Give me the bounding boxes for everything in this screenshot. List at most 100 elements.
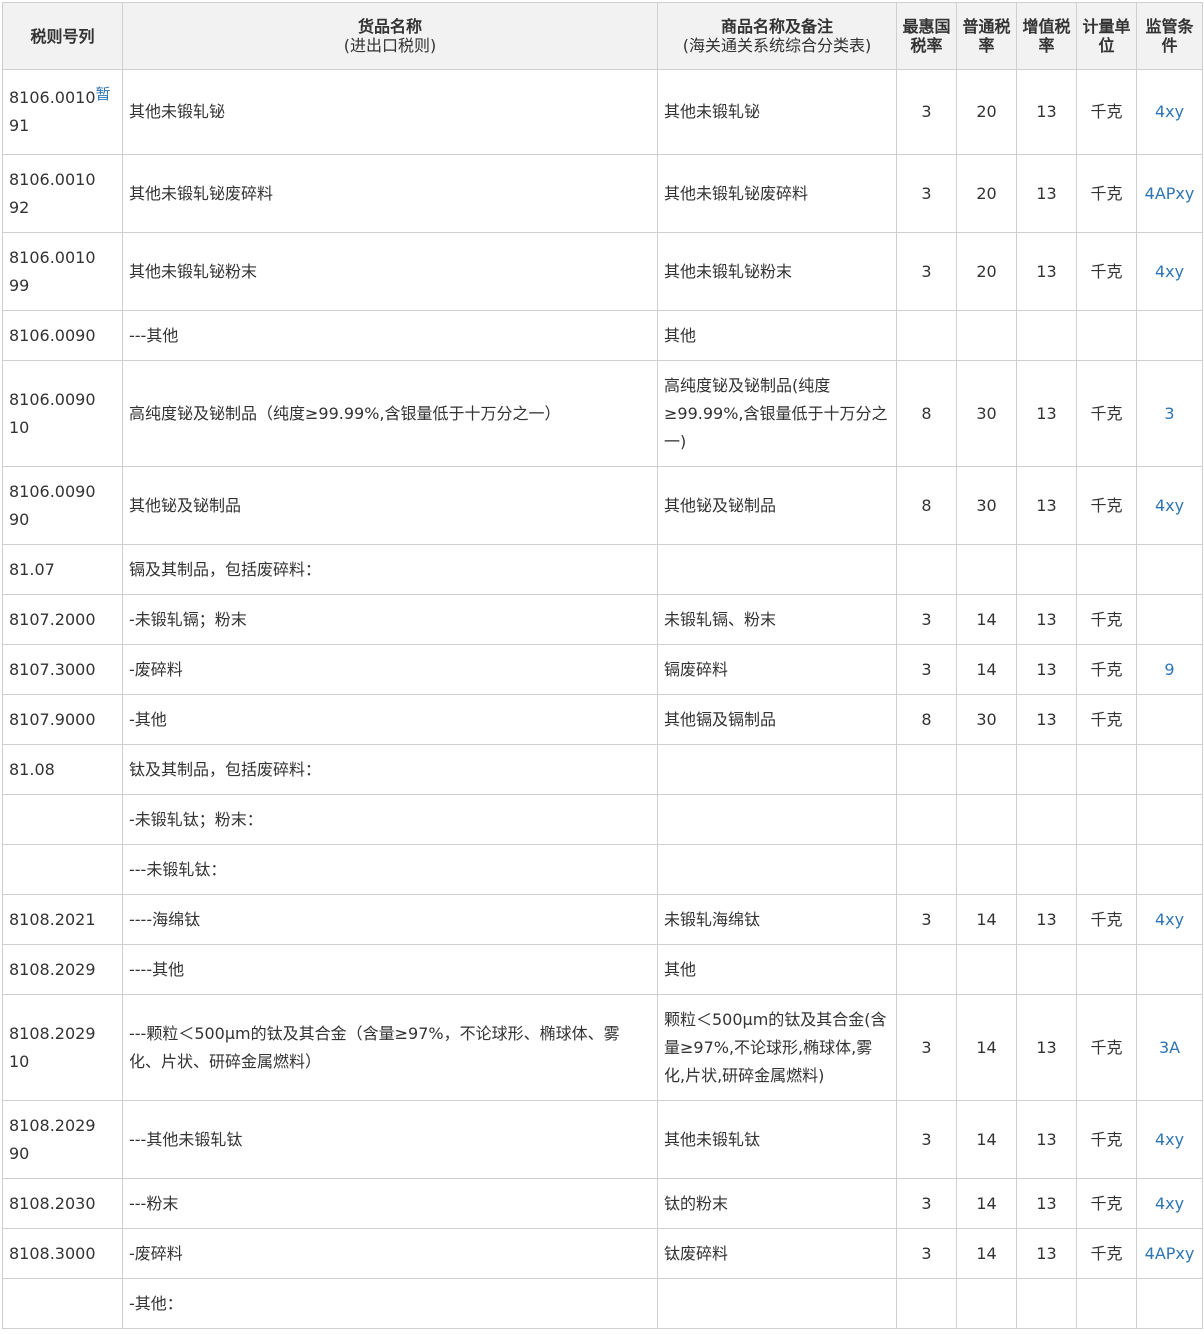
supervision-cell: 4xy (1136, 894, 1203, 945)
supervision-link[interactable]: 3A (1159, 1038, 1180, 1057)
header-unit: 计量单位 (1076, 2, 1137, 70)
code-cell: 8106.0010 99 (2, 232, 123, 311)
mfn-rate-cell: 3 (896, 1178, 957, 1229)
general-rate-cell: 14 (956, 1228, 1017, 1279)
mfn-rate-cell: 3 (896, 644, 957, 695)
supervision-link[interactable]: 9 (1164, 660, 1174, 679)
supervision-link[interactable]: 4APxy (1145, 1244, 1195, 1263)
table-row: 8106.0090 10 高纯度铋及铋制品（纯度≥99.99%,含银量低于十万分之一… (2, 360, 1203, 467)
goods-cell: 镉废碎料 (657, 644, 897, 695)
tariff-table: 税则号列 货品名称 (进出口税则) 商品名称及备注 (海关通关系统综合分类表) 最惠… (2, 2, 1203, 1329)
supervision-link[interactable]: 4APxy (1145, 184, 1195, 203)
goods-cell: 其他 (657, 310, 897, 361)
mfn-rate-cell (896, 1278, 957, 1329)
name-cell: 高纯度铋及铋制品（纯度≥99.99%,含银量低于十万分之一） (122, 360, 658, 467)
supervision-cell: 4xy (1136, 466, 1203, 545)
name-cell: ---未锻轧钛： (122, 844, 658, 895)
vat-rate-cell: 13 (1016, 360, 1077, 467)
code-main: 81.08 (9, 759, 55, 779)
mfn-rate-cell: 3 (896, 994, 957, 1101)
unit-cell (1076, 310, 1137, 361)
code-main: 8107.9000 (9, 709, 96, 729)
code-suffix: 92 (9, 197, 30, 217)
vat-rate-cell: 13 (1016, 894, 1077, 945)
code-cell: 8108.2029 10 (2, 994, 123, 1101)
code-cell: 8108.2029 90 (2, 1100, 123, 1179)
unit-cell (1076, 844, 1137, 895)
supervision-cell (1136, 594, 1203, 645)
table-row: 8108.2029 10 ---颗粒＜500μm的钛及其合金（含量≥97%，不论球形… (2, 994, 1203, 1101)
supervision-cell (1136, 794, 1203, 845)
table-row: 8106.0090 ---其他 其他 (2, 310, 1203, 361)
code-suffix: 10 (9, 417, 30, 437)
supervision-cell: 4xy (1136, 69, 1203, 155)
general-rate-cell (956, 310, 1017, 361)
supervision-link[interactable]: 4xy (1155, 1194, 1184, 1213)
unit-cell: 千克 (1076, 644, 1137, 695)
table-header-row: 税则号列 货品名称 (进出口税则) 商品名称及备注 (海关通关系统综合分类表) 最惠… (2, 2, 1203, 70)
provisional-rate-flag[interactable]: 暂 (96, 85, 111, 103)
supervision-link[interactable]: 4xy (1155, 496, 1184, 515)
goods-cell: 其他未锻轧铋废碎料 (657, 154, 897, 233)
general-rate-cell: 14 (956, 644, 1017, 695)
name-cell: ---其他未锻轧钛 (122, 1100, 658, 1179)
table-row: 81.07 镉及其制品，包括废碎料： (2, 544, 1203, 595)
unit-cell: 千克 (1076, 594, 1137, 645)
code-main: 8107.3000 (9, 659, 96, 679)
goods-cell: 未锻轧镉、粉末 (657, 594, 897, 645)
code-cell: 8107.2000 (2, 594, 123, 645)
name-cell: ----海绵钛 (122, 894, 658, 945)
supervision-cell: 9 (1136, 644, 1203, 695)
vat-rate-cell (1016, 844, 1077, 895)
header-name-sub: (进出口税则) (343, 36, 437, 55)
header-mfn-rate: 最惠国税率 (896, 2, 957, 70)
table-row: 8107.9000 -其他 其他镉及镉制品 8 30 13 千克 (2, 694, 1203, 745)
code-cell: 8106.0010 92 (2, 154, 123, 233)
supervision-cell (1136, 744, 1203, 795)
vat-rate-cell: 13 (1016, 154, 1077, 233)
mfn-rate-cell (896, 544, 957, 595)
goods-cell (657, 744, 897, 795)
supervision-link[interactable]: 4xy (1155, 262, 1184, 281)
supervision-cell: 4xy (1136, 232, 1203, 311)
supervision-cell: 4APxy (1136, 1228, 1203, 1279)
code-cell: 8107.3000 (2, 644, 123, 695)
table-row: 8108.2021 ----海绵钛 未锻轧海绵钛 3 14 13 千克 4xy (2, 894, 1203, 945)
vat-rate-cell: 13 (1016, 232, 1077, 311)
header-vat-rate: 增值税率 (1016, 2, 1077, 70)
table-row: ---未锻轧钛： (2, 844, 1203, 895)
table-row: -未锻轧钛；粉末： (2, 794, 1203, 845)
code-suffix: 91 (9, 116, 30, 135)
unit-cell (1076, 794, 1137, 845)
code-cell: 8108.2030 (2, 1178, 123, 1229)
table-row: 8108.2029 ----其他 其他 (2, 944, 1203, 995)
supervision-link[interactable]: 3 (1164, 404, 1174, 423)
code-main: 8108.2021 (9, 909, 96, 929)
vat-rate-cell: 13 (1016, 1100, 1077, 1179)
supervision-cell: 4APxy (1136, 154, 1203, 233)
code-main: 8106.0090 (9, 481, 96, 501)
mfn-rate-cell (896, 944, 957, 995)
code-suffix: 99 (9, 275, 30, 295)
supervision-cell (1136, 544, 1203, 595)
goods-cell: 其他未锻轧铋粉末 (657, 232, 897, 311)
code-suffix: 90 (9, 509, 30, 529)
code-main: 8106.0010 (9, 169, 96, 189)
code-main: 8106.0010 (9, 88, 96, 107)
goods-cell: 其他铋及铋制品 (657, 466, 897, 545)
name-cell: -其他 (122, 694, 658, 745)
header-name: 货品名称 (进出口税则) (122, 2, 658, 70)
table-row: 8108.2030 ---粉末 钛的粉末 3 14 13 千克 4xy (2, 1178, 1203, 1229)
supervision-link[interactable]: 4xy (1155, 102, 1184, 121)
name-cell: 其他铋及铋制品 (122, 466, 658, 545)
code-cell (2, 1278, 123, 1329)
mfn-rate-cell: 8 (896, 466, 957, 545)
general-rate-cell (956, 844, 1017, 895)
mfn-rate-cell: 3 (896, 894, 957, 945)
goods-cell: 其他 (657, 944, 897, 995)
vat-rate-cell (1016, 544, 1077, 595)
general-rate-cell: 30 (956, 466, 1017, 545)
code-cell: 81.08 (2, 744, 123, 795)
supervision-link[interactable]: 4xy (1155, 1130, 1184, 1149)
supervision-link[interactable]: 4xy (1155, 910, 1184, 929)
